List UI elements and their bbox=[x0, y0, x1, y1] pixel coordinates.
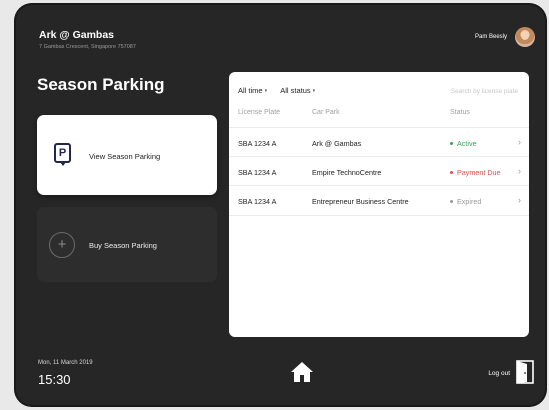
view-season-parking-button[interactable]: P View Season Parking bbox=[37, 115, 217, 195]
avatar[interactable] bbox=[515, 27, 535, 47]
chevron-right-icon[interactable]: › bbox=[518, 137, 521, 147]
logout-door-icon[interactable] bbox=[516, 360, 534, 384]
status-dot-icon bbox=[450, 200, 453, 203]
season-parking-table-panel: All time▾ All status▾ License Plate Car … bbox=[229, 72, 529, 337]
status-cell: Expired bbox=[450, 197, 481, 206]
status-label: Expired bbox=[457, 197, 482, 206]
license-plate-cell: SBA 1234 A bbox=[238, 168, 277, 177]
home-icon[interactable] bbox=[290, 361, 314, 383]
current-date: Mon, 11 March 2019 bbox=[38, 360, 93, 366]
plus-icon: + bbox=[49, 232, 75, 258]
buy-season-parking-label: Buy Season Parking bbox=[89, 241, 157, 250]
location-title: Ark @ Gambas bbox=[39, 29, 115, 41]
caret-down-icon: ▾ bbox=[264, 88, 268, 94]
chevron-right-icon[interactable]: › bbox=[518, 195, 521, 205]
status-label: Active bbox=[457, 139, 477, 148]
license-plate-cell: SBA 1234 A bbox=[238, 197, 277, 206]
car-park-cell: Ark @ Gambas bbox=[312, 139, 362, 148]
filter-bar: All time ▾ All status ▾ bbox=[238, 86, 326, 95]
column-header-car-park: Car Park bbox=[312, 109, 340, 116]
current-time: 15:30 bbox=[38, 372, 71, 387]
view-season-parking-label: View Season Parking bbox=[89, 152, 161, 161]
column-header-license-plate: License Plate bbox=[238, 109, 281, 116]
kiosk-screen: Ark @ Gambas 7 Gambas Crescent, Singapor… bbox=[14, 3, 547, 407]
time-filter-dropdown[interactable]: All time ▾ bbox=[238, 86, 267, 95]
location-address: 7 Gambas Crescent, Singapore 757087 bbox=[39, 44, 136, 50]
buy-season-parking-button[interactable]: + Buy Season Parking bbox=[37, 207, 217, 282]
license-plate-cell: SBA 1234 A bbox=[238, 139, 277, 148]
user-name[interactable]: Pam Beesly bbox=[475, 34, 507, 40]
table-header: License Plate Car Park Status bbox=[229, 109, 529, 125]
status-cell: Payment Due bbox=[450, 168, 501, 177]
status-label: Payment Due bbox=[457, 168, 501, 177]
column-header-status: Status bbox=[450, 109, 470, 116]
license-plate-search-input[interactable] bbox=[416, 84, 520, 98]
page-title: Season Parking bbox=[37, 75, 165, 94]
table-row[interactable]: SBA 1234 A Entrepreneur Business Centre … bbox=[229, 185, 529, 216]
table-row[interactable]: SBA 1234 A Ark @ Gambas Active › bbox=[229, 127, 529, 157]
parking-sign-icon: P bbox=[54, 143, 71, 166]
status-dot-icon bbox=[450, 142, 453, 145]
car-park-cell: Entrepreneur Business Centre bbox=[312, 197, 409, 206]
status-dot-icon bbox=[450, 171, 453, 174]
logout-label[interactable]: Log out bbox=[488, 370, 510, 377]
time-filter-label: All time bbox=[238, 86, 263, 95]
status-filter-label: All status bbox=[280, 86, 311, 95]
status-filter-dropdown[interactable]: All status ▾ bbox=[280, 86, 315, 95]
caret-down-icon: ▾ bbox=[312, 88, 316, 94]
car-park-cell: Empire TechnoCentre bbox=[312, 168, 382, 177]
table-row[interactable]: SBA 1234 A Empire TechnoCentre Payment D… bbox=[229, 156, 529, 186]
status-cell: Active bbox=[450, 139, 477, 148]
chevron-right-icon[interactable]: › bbox=[518, 166, 521, 176]
